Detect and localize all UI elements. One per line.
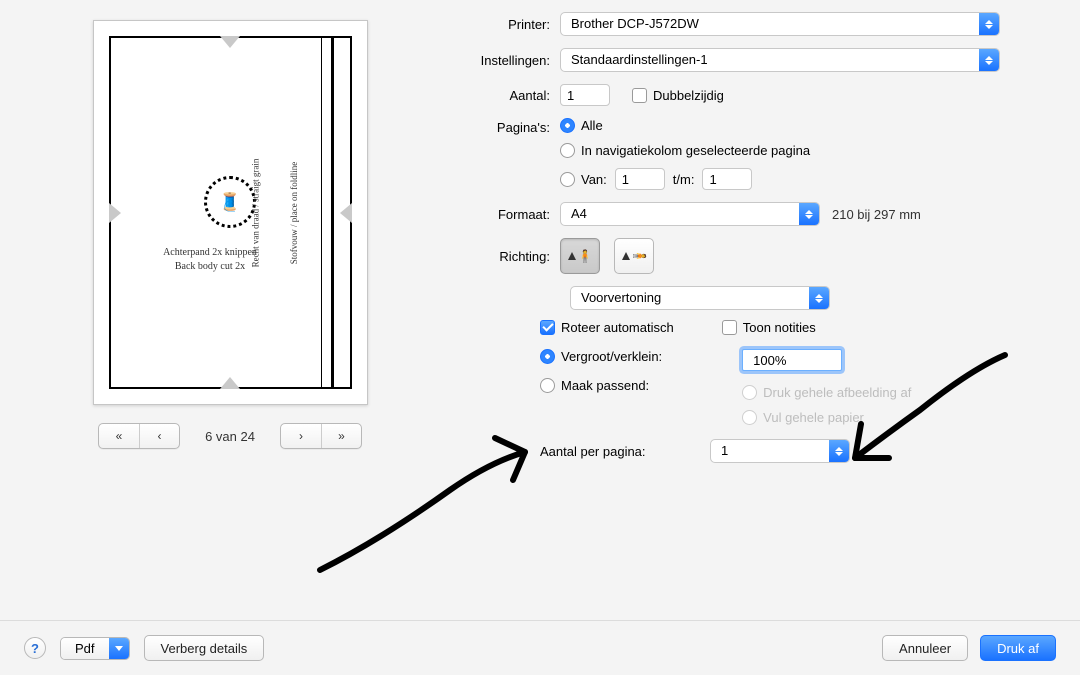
paper-size-label: Formaat: <box>440 207 560 222</box>
dropdown-arrows-icon <box>799 203 819 225</box>
checkbox-off-icon <box>632 88 647 103</box>
preview-side-text-fold: Stofvouw / place on foldline <box>289 161 299 263</box>
radio-disabled-icon <box>742 410 757 425</box>
last-page-button[interactable]: » <box>321 424 361 448</box>
orientation-portrait-button[interactable]: 🧍 <box>560 238 600 274</box>
printer-label: Printer: <box>440 17 560 32</box>
printer-row: Printer: Brother DCP-J572DW <box>440 12 1060 36</box>
copies-label: Aantal: <box>440 88 560 103</box>
preview-column: 🧵 Achterpand 2x knippen Back body cut 2x… <box>20 10 440 475</box>
scale-input[interactable] <box>742 349 842 371</box>
copies-row: Aantal: Dubbelzijdig <box>440 84 1060 106</box>
orientation-row: Richting: 🧍 🧍 <box>440 238 1060 274</box>
fill-entire-paper-radio[interactable]: Vul gehele papier <box>742 410 911 425</box>
orientation-label: Richting: <box>440 249 560 264</box>
radio-off-icon <box>560 143 575 158</box>
page-indicator: 6 van 24 <box>194 429 266 444</box>
arrow-up-icon <box>568 252 576 260</box>
radio-on-icon <box>540 349 555 364</box>
pages-range-radio[interactable]: Van: <box>560 172 607 187</box>
dialog-body: 🧵 Achterpand 2x knippen Back body cut 2x… <box>0 0 1080 475</box>
pages-to-input[interactable] <box>702 168 752 190</box>
paper-dimensions: 210 bij 297 mm <box>832 207 921 222</box>
preview-back-group: « ‹ <box>98 423 180 449</box>
dropdown-arrows-icon <box>809 287 829 309</box>
settings-column: Printer: Brother DCP-J572DW Instellingen… <box>440 10 1060 475</box>
pdf-menu[interactable]: Pdf <box>60 637 130 660</box>
copies-per-page-select[interactable]: 1 <box>710 439 850 463</box>
preview-forward-group: › » <box>280 423 362 449</box>
radio-on-icon <box>560 118 575 133</box>
two-sided-checkbox[interactable]: Dubbelzijdig <box>632 88 724 103</box>
pages-from-input[interactable] <box>615 168 665 190</box>
person-icon: 🧍 <box>578 249 593 263</box>
person-rotated-icon: 🧍 <box>632 249 646 264</box>
paper-size-row: Formaat: A4 210 bij 297 mm <box>440 202 1060 226</box>
radio-disabled-icon <box>742 385 757 400</box>
preview-side-text-grain: Recht van draad / straigt grain <box>250 158 260 267</box>
print-button[interactable]: Druk af <box>980 635 1056 661</box>
print-dialog: 🧵 Achterpand 2x knippen Back body cut 2x… <box>0 0 1080 675</box>
show-notes-checkbox[interactable]: Toon notities <box>722 320 816 335</box>
preview-logo: 🧵 <box>204 176 256 228</box>
radio-off-icon <box>540 378 555 393</box>
page-preview: 🧵 Achterpand 2x knippen Back body cut 2x… <box>93 20 368 405</box>
copies-input[interactable] <box>560 84 610 106</box>
arrow-up-icon <box>622 252 630 260</box>
pages-label: Pagina's: <box>440 118 560 135</box>
next-page-button[interactable]: › <box>281 424 321 448</box>
paper-size-select[interactable]: A4 <box>560 202 820 226</box>
copies-per-page-label: Aantal per pagina: <box>540 444 710 459</box>
presets-label: Instellingen: <box>440 53 560 68</box>
orientation-landscape-button[interactable]: 🧍 <box>614 238 654 274</box>
help-button[interactable]: ? <box>24 637 46 659</box>
print-entire-image-radio[interactable]: Druk gehele afbeelding af <box>742 385 911 400</box>
checkbox-off-icon <box>722 320 737 335</box>
pages-to-label: t/m: <box>673 172 695 187</box>
pages-all-radio[interactable]: Alle <box>560 118 810 133</box>
pages-selected-radio[interactable]: In navigatiekolom geselecteerde pagina <box>560 143 810 158</box>
first-page-button[interactable]: « <box>99 424 139 448</box>
section-select[interactable]: Voorvertoning <box>570 286 830 310</box>
scale-radio[interactable]: Vergroot/verklein: <box>540 349 662 364</box>
presets-row: Instellingen: Standaardinstellingen-1 <box>440 48 1060 72</box>
caret-down-icon <box>109 638 129 659</box>
preview-navigation: « ‹ 6 van 24 › » <box>98 423 362 449</box>
presets-select[interactable]: Standaardinstellingen-1 <box>560 48 1000 72</box>
dropdown-arrows-icon <box>979 49 999 71</box>
dropdown-arrows-icon <box>829 440 849 462</box>
preview-options: Roteer automatisch Toon notities Vergroo… <box>540 320 1060 463</box>
radio-off-icon <box>560 172 575 187</box>
scale-to-fit-radio[interactable]: Maak passend: <box>540 378 662 393</box>
prev-page-button[interactable]: ‹ <box>139 424 179 448</box>
dropdown-arrows-icon <box>979 13 999 35</box>
section-select-row: Voorvertoning <box>570 286 1060 310</box>
dialog-footer: ? Pdf Verberg details Annuleer Druk af <box>0 620 1080 675</box>
auto-rotate-checkbox[interactable]: Roteer automatisch <box>540 320 674 335</box>
pages-row: Pagina's: Alle In navigatiekolom geselec… <box>440 118 1060 190</box>
preview-caption: Achterpand 2x knippen Back body cut 2x <box>109 246 312 273</box>
checkbox-on-icon <box>540 320 555 335</box>
cancel-button[interactable]: Annuleer <box>882 635 968 661</box>
hide-details-button[interactable]: Verberg details <box>144 635 265 661</box>
printer-select[interactable]: Brother DCP-J572DW <box>560 12 1000 36</box>
